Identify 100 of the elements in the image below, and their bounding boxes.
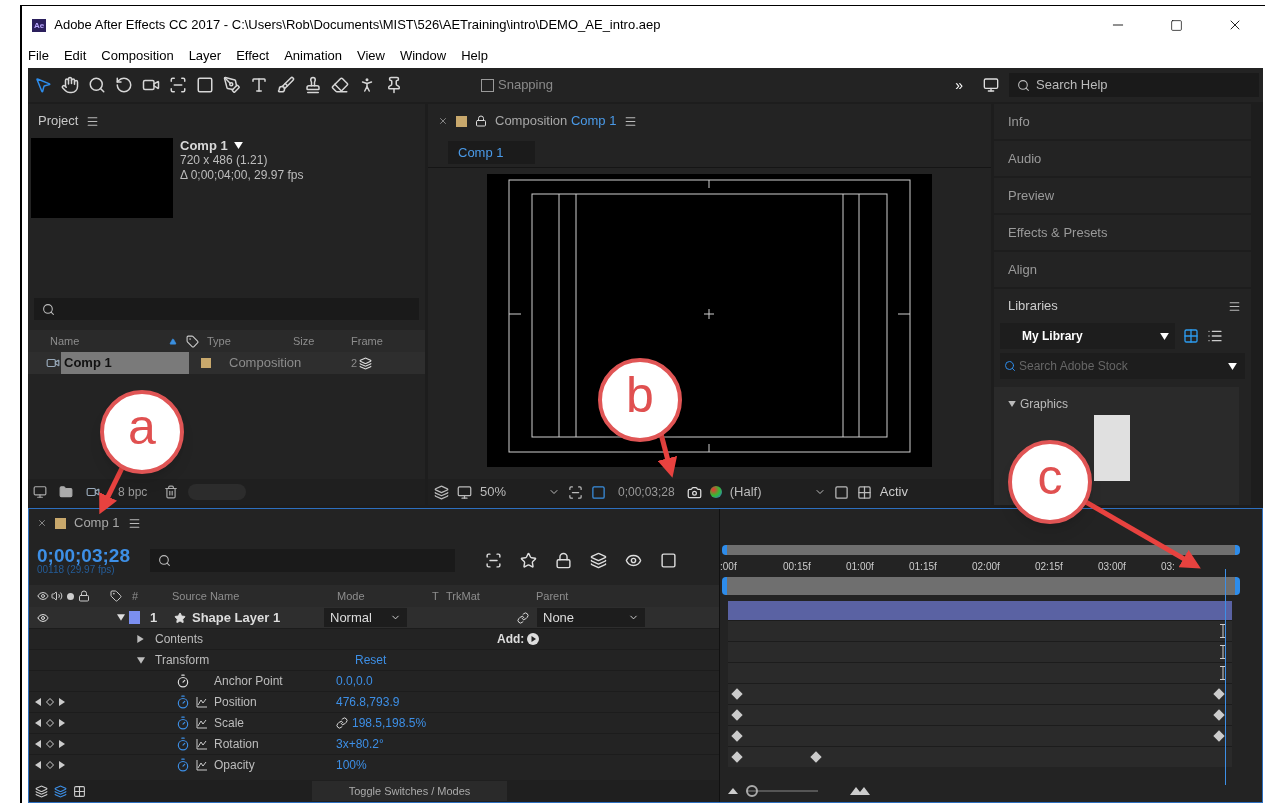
eraser-tool-icon[interactable] [331,76,349,94]
layer-row[interactable]: 1 Shape Layer 1 Normal None [29,607,719,628]
zoom-tool-icon[interactable] [88,76,106,94]
keyframe-icon[interactable] [731,751,743,763]
solo-icon[interactable] [67,592,74,600]
menu-item[interactable]: Help [461,46,488,66]
column-header[interactable]: Frame [349,332,383,350]
magnification-dropdown[interactable]: 50% [480,482,560,502]
keyframe-icon[interactable] [731,688,743,700]
pin-tool-icon[interactable] [385,76,403,94]
maximize-icon[interactable] [1170,18,1183,32]
property-value[interactable]: 476.8,793.9 [336,693,400,711]
keyframe-icon[interactable] [1212,709,1225,721]
zoom-in-icon[interactable] [850,787,870,795]
keyframe-navigator-icon[interactable] [35,698,65,706]
column-header[interactable]: Mode [337,587,432,605]
project-item[interactable]: Comp 1 Composition 2 [28,352,425,374]
menu-item[interactable]: Effect [236,46,270,66]
property-value[interactable]: 3x+80.2° [336,735,384,753]
property-value[interactable]: 198.5,198.5% [352,714,427,732]
brush-tool-icon[interactable] [277,76,295,94]
caret-icon[interactable] [1228,362,1237,370]
property-group[interactable]: Contents [155,630,355,648]
panel-title[interactable]: Project [38,111,79,131]
transparency-grid-icon[interactable] [856,484,872,500]
library-dropdown[interactable]: My Library [1000,323,1175,349]
overflow-button[interactable]: » [955,74,963,96]
column-header[interactable]: Source Name [172,587,337,605]
grid-view-icon[interactable] [1183,328,1199,344]
panel-menu-icon[interactable] [624,114,638,128]
search-help-field[interactable]: Search Help [1009,73,1259,97]
stopwatch-icon[interactable] [176,737,190,751]
current-time-display[interactable]: 0;00;03;28 [37,545,130,565]
mode-dropdown[interactable]: Normal [324,608,407,627]
menu-item[interactable]: File [28,46,49,66]
stopwatch-icon[interactable] [176,695,190,709]
menu-item[interactable]: Animation [284,46,342,66]
expand-icon[interactable] [117,614,125,621]
panel-tab[interactable]: Effects & Presets [994,215,1251,250]
caret-icon[interactable] [1008,401,1016,407]
pick-whip-icon[interactable] [517,611,529,624]
stopwatch-icon[interactable] [176,758,190,772]
column-header[interactable]: # [122,587,172,605]
column-header[interactable]: Size [289,332,349,350]
viewer-tab[interactable]: Comp 1 [448,140,535,165]
keyframe-navigator-icon[interactable] [35,740,65,748]
keyframe-icon[interactable] [731,730,743,742]
visibility-icon[interactable] [37,611,49,624]
audio-icon[interactable] [51,590,63,602]
graph-icon[interactable] [196,738,208,750]
constrain-proportions-icon[interactable] [336,717,348,729]
keyframe-icon[interactable] [810,751,822,763]
property-group[interactable]: Transform [155,651,355,669]
parent-dropdown[interactable]: None [537,608,645,627]
column-header[interactable]: T [432,587,446,605]
snapshot-icon[interactable] [686,484,702,500]
selection-tool-icon[interactable] [34,76,52,94]
pen-tool-icon[interactable] [223,76,241,94]
caret-icon[interactable] [1160,332,1169,340]
trash-icon[interactable] [164,485,178,499]
layer-name[interactable]: Shape Layer 1 [186,607,324,628]
panel-menu-icon[interactable] [86,114,100,128]
menu-item[interactable]: Edit [63,46,87,66]
expand-icon[interactable] [137,656,145,664]
lock-icon[interactable] [78,590,90,602]
panel-title[interactable]: Composition Comp 1 [495,111,617,131]
property-value[interactable]: 0.0,0.0 [336,672,373,690]
timecode[interactable]: 0;00;03;28 [614,483,679,501]
caret-icon[interactable] [233,142,243,149]
reset-link[interactable]: Reset [355,651,387,669]
graph-icon[interactable] [196,759,208,771]
stamp-tool-icon[interactable] [304,76,322,94]
section-header[interactable]: Graphics [1020,395,1069,413]
stopwatch-icon[interactable] [176,674,190,688]
video-icon[interactable] [37,590,49,602]
panel-tab[interactable]: Audio [994,141,1251,176]
menu-item[interactable]: Window [399,46,447,66]
keyframe-navigator-icon[interactable] [35,719,65,727]
zoom-slider[interactable] [746,785,818,797]
color-depth-button[interactable]: 8 bpc [112,483,154,501]
timeline-search-field[interactable] [149,548,455,572]
workspace-icon[interactable] [982,77,1000,93]
rectangle-tool-icon[interactable] [196,76,214,94]
project-search-field[interactable] [34,298,419,320]
snapping-checkbox[interactable]: Snapping [481,75,553,95]
panel-tab[interactable]: Info [994,104,1251,139]
channel-icon[interactable] [709,486,722,498]
list-view-icon[interactable] [1207,328,1223,344]
expand-icon[interactable] [137,635,144,643]
menu-item[interactable]: View [357,46,385,66]
panel-tab[interactable]: Preview [994,178,1251,213]
timeline-tab[interactable]: Comp 1 [74,513,120,533]
monitor-icon[interactable] [457,484,472,500]
keyframe-icon[interactable] [731,709,743,721]
panel-menu-icon[interactable] [127,516,141,530]
menu-item[interactable]: Layer [188,46,222,66]
graph-icon[interactable] [196,696,208,708]
panel-tab[interactable]: Align [994,252,1251,287]
type-tool-icon[interactable] [250,76,268,94]
keyframe-icon[interactable] [1212,688,1225,700]
